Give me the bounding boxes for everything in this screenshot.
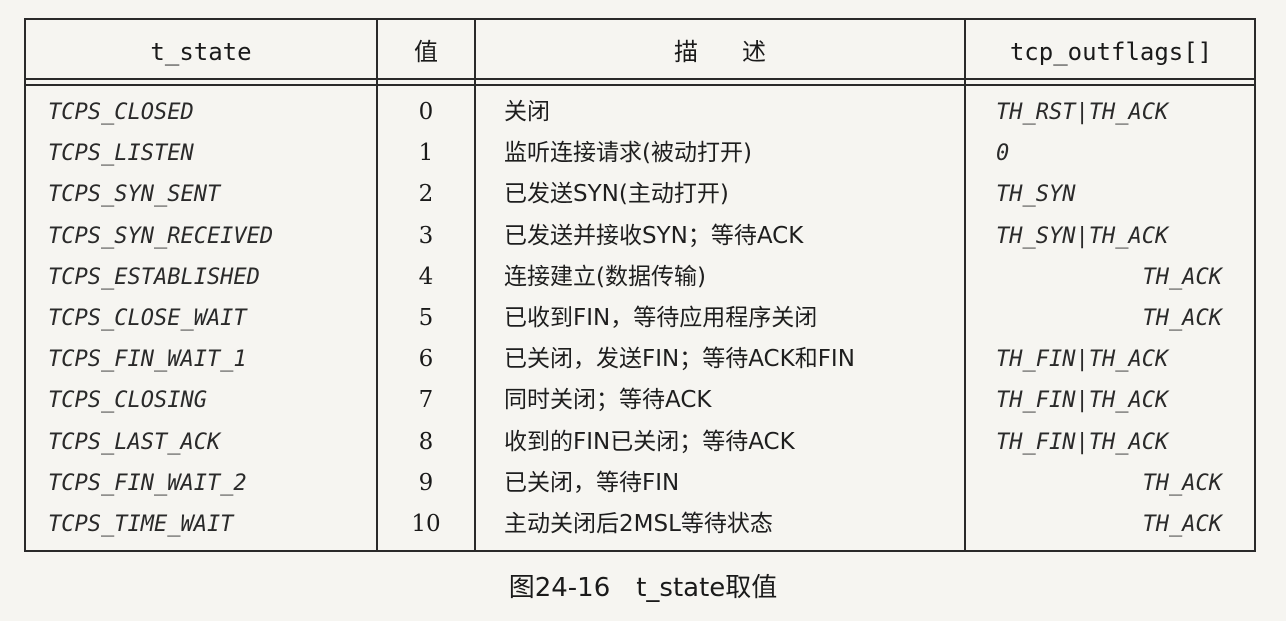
- cell-description: 收到的FIN已关闭；等待ACK: [504, 428, 795, 455]
- cell-value: 5: [418, 304, 434, 331]
- cell-description: 已收到FIN，等待应用程序关闭: [504, 304, 818, 331]
- cell-description: 已发送SYN(主动打开): [504, 181, 729, 208]
- cell-state: TCPS_ESTABLISHED: [48, 264, 260, 290]
- cell-description: 同时关闭；等待ACK: [504, 387, 712, 414]
- table-row: TCPS_TIME_WAIT 10 主动关闭后2MSL等待状态 TH_ACK: [26, 504, 1254, 545]
- cell-value: 6: [418, 346, 434, 373]
- cell-description: 已关闭，发送FIN；等待ACK和FIN: [504, 346, 855, 373]
- cell-value: 3: [418, 222, 434, 249]
- cell-value: 1: [418, 140, 434, 167]
- cell-flags: TH_ACK: [1142, 470, 1222, 496]
- cell-flags: TH_ACK: [1142, 511, 1222, 537]
- cell-flags: TH_FIN|TH_ACK: [996, 429, 1169, 455]
- cell-state: TCPS_LAST_ACK: [48, 429, 221, 455]
- cell-value: 0: [418, 99, 434, 125]
- header-description: 描述: [674, 38, 810, 66]
- cell-state: TCPS_CLOSING: [48, 388, 207, 414]
- cell-description: 已关闭，等待FIN: [504, 469, 680, 496]
- cell-description: 主动关闭后2MSL等待状态: [504, 510, 773, 537]
- header-rule: [26, 78, 1254, 80]
- cell-state: TCPS_TIME_WAIT: [48, 511, 234, 537]
- cell-flags: 0: [996, 141, 1010, 167]
- cell-value: 8: [418, 428, 434, 455]
- table-row: TCPS_CLOSED 0 关闭 TH_RST|TH_ACK: [26, 92, 1254, 133]
- cell-flags: TH_FIN|TH_ACK: [996, 388, 1169, 414]
- cell-state: TCPS_FIN_WAIT_1: [48, 347, 247, 373]
- cell-state: TCPS_SYN_RECEIVED: [48, 223, 274, 249]
- cell-description: 监听连接请求(被动打开): [504, 140, 752, 167]
- cell-state: TCPS_FIN_WAIT_2: [48, 470, 247, 496]
- header-rule: [26, 84, 1254, 86]
- cell-state: TCPS_LISTEN: [48, 141, 194, 167]
- table-row: TCPS_ESTABLISHED 4 连接建立(数据传输) TH_ACK: [26, 257, 1254, 298]
- table-row: TCPS_CLOSING 7 同时关闭；等待ACK TH_FIN|TH_ACK: [26, 380, 1254, 421]
- cell-flags: TH_ACK: [1142, 264, 1222, 290]
- cell-state: TCPS_CLOSE_WAIT: [48, 305, 247, 331]
- table-row: TCPS_LAST_ACK 8 收到的FIN已关闭；等待ACK TH_FIN|TH_A…: [26, 422, 1254, 463]
- cell-state: TCPS_SYN_SENT: [48, 182, 221, 208]
- table-body: TCPS_CLOSED 0 关闭 TH_RST|TH_ACK TCPS_LISTEN 1 监…: [26, 92, 1254, 545]
- cell-flags: TH_SYN: [996, 182, 1076, 208]
- table-row: TCPS_LISTEN 1 监听连接请求(被动打开) 0: [26, 133, 1254, 174]
- table-row: TCPS_SYN_RECEIVED 3 已发送并接收SYN；等待ACK TH_SYN|…: [26, 216, 1254, 257]
- cell-value: 10: [411, 510, 441, 537]
- cell-value: 2: [418, 181, 434, 208]
- cell-description: 关闭: [504, 99, 550, 125]
- table-row: TCPS_FIN_WAIT_1 6 已关闭，发送FIN；等待ACK和FIN TH_FI…: [26, 339, 1254, 380]
- cell-description: 连接建立(数据传输): [504, 263, 706, 290]
- table-row: TCPS_FIN_WAIT_2 9 已关闭，等待FIN TH_ACK: [26, 463, 1254, 504]
- state-table: t_state 值 描述 tcp_outflags[] TCPS_CLOSED 0…: [24, 18, 1256, 552]
- cell-flags: TH_RST|TH_ACK: [996, 100, 1169, 125]
- cell-value: 4: [418, 263, 434, 290]
- header-tcp-outflags: tcp_outflags[]: [1009, 38, 1213, 66]
- figure-caption: 图24-16 t_state取值: [508, 573, 778, 603]
- cell-flags: TH_SYN|TH_ACK: [996, 223, 1169, 249]
- cell-flags: TH_FIN|TH_ACK: [996, 347, 1169, 373]
- table-row: TCPS_SYN_SENT 2 已发送SYN(主动打开) TH_SYN: [26, 174, 1254, 215]
- header-value: 值: [414, 38, 438, 66]
- cell-state: TCPS_CLOSED: [48, 100, 194, 125]
- cell-value: 7: [418, 387, 434, 414]
- cell-flags: TH_ACK: [1142, 305, 1222, 331]
- cell-description: 已发送并接收SYN；等待ACK: [504, 222, 804, 249]
- table-row: TCPS_CLOSE_WAIT 5 已收到FIN，等待应用程序关闭 TH_ACK: [26, 298, 1254, 339]
- header-t-state: t_state: [150, 38, 252, 66]
- cell-value: 9: [418, 469, 434, 496]
